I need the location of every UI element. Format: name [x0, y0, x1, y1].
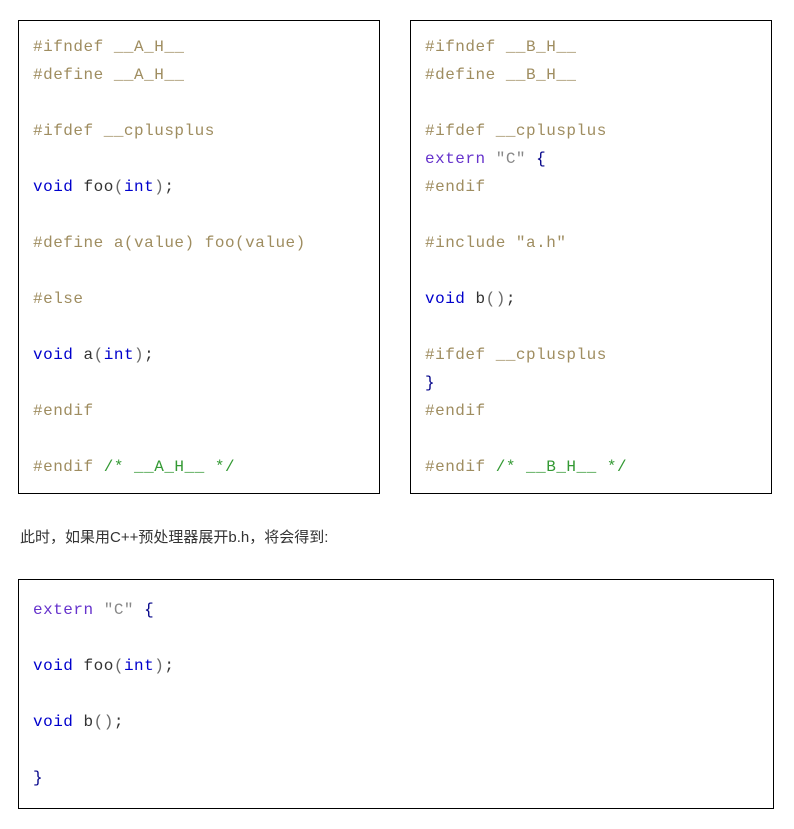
- brace-close: }: [425, 374, 435, 392]
- semicolon: ;: [506, 290, 516, 308]
- kw-void: void: [425, 290, 465, 308]
- kw-int: int: [124, 178, 154, 196]
- pp-ifdef: #ifdef: [425, 122, 486, 140]
- space: [486, 458, 496, 476]
- id-b: b: [84, 713, 94, 731]
- brace-open: {: [144, 601, 154, 619]
- pp-arg: __A_H__: [104, 66, 185, 84]
- space: [73, 657, 83, 675]
- top-code-row: #ifndef __A_H__ #define __A_H__ #ifdef _…: [18, 20, 776, 494]
- pp-endif: #endif: [33, 458, 94, 476]
- code-block-expanded: extern "C" { void foo(int); void b(); }: [18, 579, 774, 809]
- code-block-b-h: #ifndef __B_H__ #define __B_H__ #ifdef _…: [410, 20, 772, 494]
- paren-close: ): [154, 657, 164, 675]
- brace-open: {: [536, 150, 546, 168]
- kw-extern: extern: [425, 150, 486, 168]
- kw-void: void: [33, 713, 73, 731]
- space: [73, 178, 83, 196]
- pp-endif: #endif: [425, 402, 486, 420]
- pp-endif: #endif: [425, 458, 486, 476]
- str-c: "C": [104, 601, 134, 619]
- semicolon: ;: [164, 178, 174, 196]
- pp-arg: __B_H__: [496, 38, 577, 56]
- space: [486, 150, 496, 168]
- paren-open: (: [114, 657, 124, 675]
- pp-include: #include: [425, 234, 506, 252]
- pp-ifdef: #ifdef: [33, 122, 94, 140]
- explain-text: 此时，如果用C++预处理器展开b.h，将会得到:: [18, 526, 776, 547]
- pp-ifdef: #ifdef: [425, 346, 486, 364]
- paren-close: ): [496, 290, 506, 308]
- pp-ifndef: #ifndef: [425, 38, 496, 56]
- space: [73, 713, 83, 731]
- pp-endif: #endif: [33, 402, 94, 420]
- comment: /* __A_H__ */: [104, 458, 235, 476]
- space: [526, 150, 536, 168]
- space: [506, 234, 516, 252]
- kw-int: int: [124, 657, 154, 675]
- space: [94, 601, 104, 619]
- paren-close: ): [134, 346, 144, 364]
- id-a: a: [84, 346, 94, 364]
- semicolon: ;: [164, 657, 174, 675]
- pp-define: #define: [33, 234, 104, 252]
- brace-close: }: [33, 769, 43, 787]
- space: [465, 290, 475, 308]
- str-include: "a.h": [516, 234, 567, 252]
- paren-open: (: [94, 713, 104, 731]
- pp-arg: __B_H__: [496, 66, 577, 84]
- semicolon: ;: [114, 713, 124, 731]
- space: [94, 458, 104, 476]
- space: [73, 346, 83, 364]
- id-foo: foo: [84, 657, 114, 675]
- kw-int: int: [104, 346, 134, 364]
- paren-close: ): [154, 178, 164, 196]
- pp-arg: __cplusplus: [94, 122, 215, 140]
- paren-open: (: [486, 290, 496, 308]
- pp-endif: #endif: [425, 178, 486, 196]
- pp-define: #define: [425, 66, 496, 84]
- paren-close: ): [104, 713, 114, 731]
- pp-arg: a(value) foo(value): [104, 234, 306, 252]
- kw-void: void: [33, 657, 73, 675]
- kw-void: void: [33, 178, 73, 196]
- id-foo: foo: [84, 178, 114, 196]
- kw-void: void: [33, 346, 73, 364]
- paren-open: (: [114, 178, 124, 196]
- pp-arg: __cplusplus: [486, 122, 607, 140]
- paren-open: (: [94, 346, 104, 364]
- space: [134, 601, 144, 619]
- pp-arg: __A_H__: [104, 38, 185, 56]
- pp-define: #define: [33, 66, 104, 84]
- pp-ifndef: #ifndef: [33, 38, 104, 56]
- str-c: "C": [496, 150, 526, 168]
- semicolon: ;: [144, 346, 154, 364]
- pp-arg: __cplusplus: [486, 346, 607, 364]
- id-b: b: [476, 290, 486, 308]
- code-block-a-h: #ifndef __A_H__ #define __A_H__ #ifdef _…: [18, 20, 380, 494]
- comment: /* __B_H__ */: [496, 458, 627, 476]
- pp-else: #else: [33, 290, 84, 308]
- kw-extern: extern: [33, 601, 94, 619]
